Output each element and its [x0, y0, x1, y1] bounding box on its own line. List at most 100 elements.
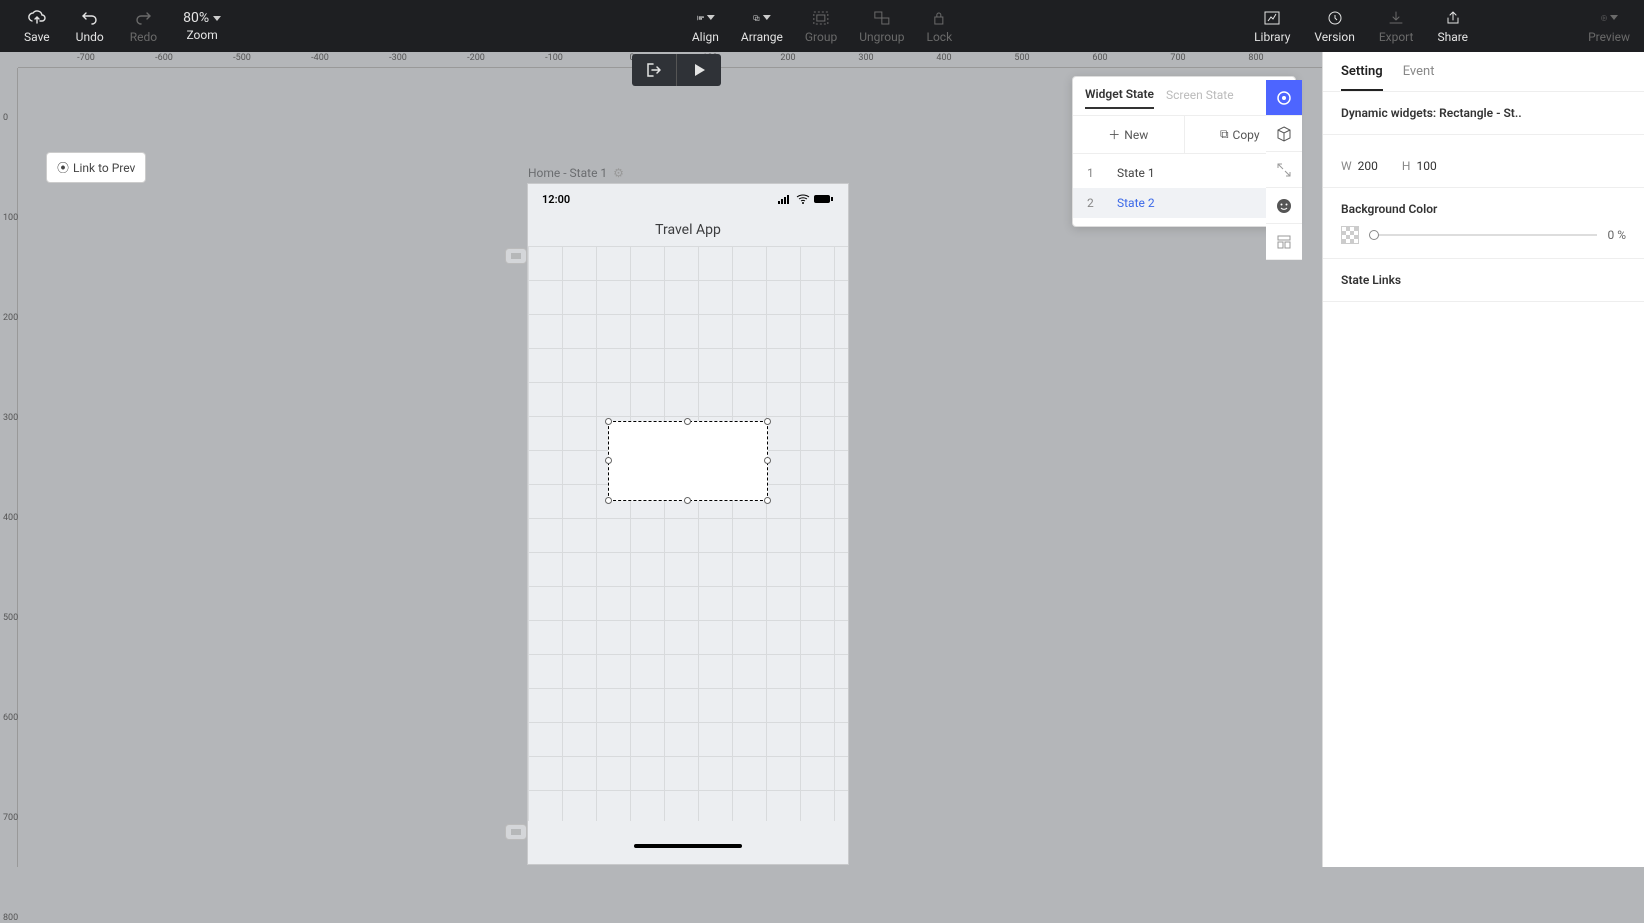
status-icons: [778, 194, 834, 204]
resize-handle[interactable]: [764, 418, 771, 425]
width-value[interactable]: 200: [1358, 159, 1378, 173]
gear-icon[interactable]: ⚙: [613, 166, 624, 180]
tab-event[interactable]: Event: [1403, 64, 1435, 91]
opacity-value: 0 %: [1607, 228, 1626, 242]
height-value[interactable]: 100: [1416, 159, 1436, 173]
library-icon: [1263, 9, 1281, 27]
undo-icon: [81, 9, 99, 27]
opacity-slider[interactable]: [1369, 234, 1597, 236]
arrange-label: Arrange: [741, 30, 783, 44]
share-button[interactable]: Share: [1433, 0, 1472, 52]
cube-icon[interactable]: [1266, 116, 1302, 152]
arrange-icon: [753, 9, 771, 27]
widget-state-panel: Widget State Screen State ✕ ＋New ⧉Copy 1…: [1072, 76, 1296, 227]
target-icon[interactable]: [1266, 80, 1302, 116]
link-icon: ⦿: [57, 159, 69, 176]
artboard-label[interactable]: Home - State 1 ⚙: [528, 166, 624, 180]
width-label: W: [1341, 159, 1352, 173]
link-to-prev-button[interactable]: ⦿ Link to Prev: [46, 152, 146, 183]
tab-screen-state[interactable]: Screen State: [1166, 88, 1234, 108]
align-label: Align: [692, 30, 719, 44]
arrange-button[interactable]: Arrange: [737, 0, 787, 52]
resize-handle[interactable]: [605, 497, 612, 504]
align-icon: [696, 9, 714, 27]
selected-rectangle[interactable]: [608, 421, 768, 501]
artboard[interactable]: 12:00 Travel App: [528, 184, 848, 864]
state-row[interactable]: 1 State 1: [1073, 158, 1295, 188]
state-links-label: State Links: [1341, 273, 1626, 287]
resize-handle[interactable]: [684, 418, 691, 425]
new-state-button[interactable]: ＋New: [1073, 116, 1185, 153]
ungroup-label: Ungroup: [859, 30, 904, 44]
tab-setting[interactable]: Setting: [1341, 64, 1383, 91]
resize-handle[interactable]: [605, 457, 612, 464]
copy-icon: ⧉: [1220, 127, 1229, 142]
artboard-tab-handle[interactable]: [505, 824, 527, 840]
signal-icon: [778, 194, 792, 204]
library-label: Library: [1254, 30, 1290, 44]
state-row-number: 1: [1087, 166, 1097, 180]
slider-thumb[interactable]: [1369, 230, 1379, 240]
resize-handle[interactable]: [605, 418, 612, 425]
status-time: 12:00: [542, 193, 570, 206]
state-row[interactable]: 2 State 2: [1073, 188, 1295, 218]
version-icon: [1326, 9, 1344, 27]
plus-icon: ＋: [1108, 126, 1120, 143]
status-bar: 12:00: [528, 184, 848, 214]
lock-icon: [930, 9, 948, 27]
exit-preview-button[interactable]: [632, 54, 676, 86]
caret-down-icon: [213, 16, 221, 21]
playbar: [632, 54, 721, 86]
topbar: Save Undo Redo 80% Zoom Align Arrange Gr…: [0, 0, 1644, 52]
artboard-label-text: Home - State 1: [528, 166, 607, 180]
state-row-number: 2: [1087, 196, 1097, 210]
smiley-icon[interactable]: [1266, 188, 1302, 224]
group-label: Group: [805, 30, 837, 44]
tab-widget-state[interactable]: Widget State: [1085, 87, 1154, 109]
layout-icon[interactable]: [1266, 224, 1302, 260]
height-label: H: [1402, 159, 1411, 173]
library-button[interactable]: Library: [1250, 0, 1294, 52]
artboard-tab-handle[interactable]: [505, 248, 527, 264]
dynamic-widgets-title: Dynamic widgets: Rectangle - St..: [1341, 106, 1626, 120]
ungroup-icon: [873, 9, 891, 27]
state-row-name: State 2: [1117, 196, 1155, 210]
link-to-prev-label: Link to Prev: [73, 161, 135, 175]
battery-icon: [814, 194, 834, 204]
share-icon: [1444, 9, 1462, 27]
play-button[interactable]: [677, 54, 721, 86]
lock-button[interactable]: Lock: [922, 0, 956, 52]
export-button[interactable]: Export: [1375, 0, 1418, 52]
zoom-value: 80%: [183, 10, 209, 26]
version-button[interactable]: Version: [1310, 0, 1358, 52]
zoom-control[interactable]: 80% Zoom: [179, 0, 225, 52]
resize-handle[interactable]: [684, 497, 691, 504]
preview-icon: [1600, 9, 1618, 27]
redo-button[interactable]: Redo: [126, 0, 161, 52]
lock-label: Lock: [926, 30, 952, 44]
version-label: Version: [1314, 30, 1354, 44]
preview-label: Preview: [1588, 30, 1630, 44]
download-icon: [1387, 9, 1405, 27]
resize-handle[interactable]: [764, 457, 771, 464]
group-icon: [812, 9, 830, 27]
resize-handle[interactable]: [764, 497, 771, 504]
redo-icon: [134, 9, 152, 27]
side-rail: [1266, 80, 1302, 260]
color-swatch[interactable]: [1341, 226, 1359, 244]
artboard-grid: [528, 246, 848, 821]
right-panel: Setting Event Dynamic widgets: Rectangle…: [1322, 52, 1644, 867]
wifi-icon: [796, 194, 810, 204]
group-button[interactable]: Group: [801, 0, 841, 52]
preview-button[interactable]: Preview: [1584, 0, 1634, 52]
save-button[interactable]: Save: [20, 0, 54, 52]
state-row-name: State 1: [1117, 166, 1155, 180]
share-label: Share: [1437, 30, 1468, 44]
home-indicator: [634, 844, 742, 848]
cloud-upload-icon: [28, 9, 46, 27]
undo-button[interactable]: Undo: [72, 0, 108, 52]
ungroup-button[interactable]: Ungroup: [855, 0, 908, 52]
export-label: Export: [1379, 30, 1414, 44]
align-button[interactable]: Align: [688, 0, 723, 52]
expand-icon[interactable]: [1266, 152, 1302, 188]
